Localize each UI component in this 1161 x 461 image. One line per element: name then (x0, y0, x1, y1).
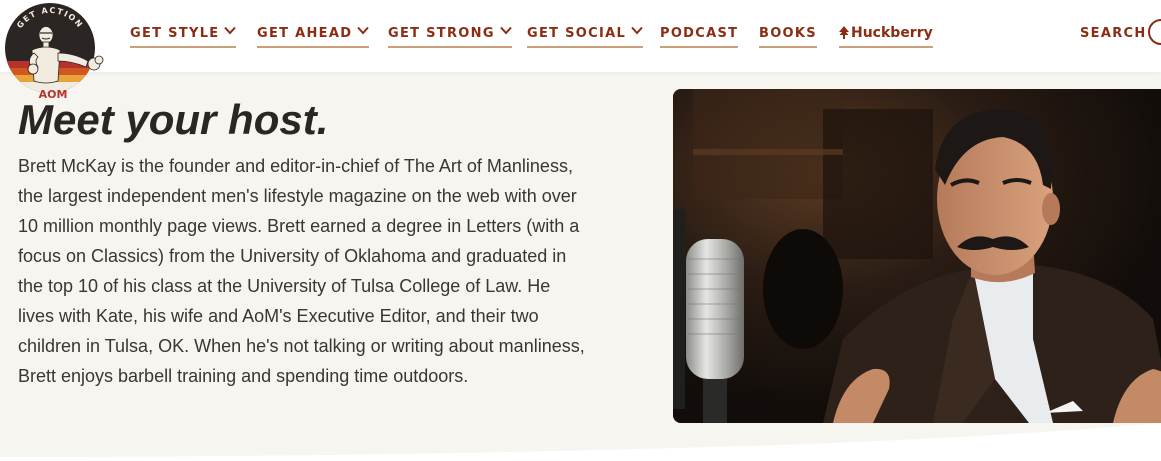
nav-label: GET AHEAD (257, 26, 353, 41)
chevron-down-icon (631, 26, 643, 35)
host-bio: Brett McKay is the founder and editor-in… (18, 156, 585, 386)
nav-item-huckberry[interactable]: Huckberry (839, 24, 933, 48)
nav-item-books[interactable]: BOOKS (759, 24, 817, 48)
search-icon[interactable] (1148, 19, 1161, 45)
nav-label: PODCAST (660, 26, 739, 41)
host-photo (673, 89, 1161, 423)
site-header: GET STYLE GET AHEAD GET STRONG GET SOCIA… (0, 0, 1161, 72)
nav-item-podcast[interactable]: PODCAST (660, 24, 739, 48)
search-link[interactable]: SEARCH (1080, 24, 1147, 43)
section-divider-wave (0, 423, 1161, 461)
nav-item-get-style[interactable]: GET STYLE (130, 24, 237, 48)
chevron-down-icon (357, 26, 370, 35)
chevron-down-icon (224, 26, 237, 35)
nav-item-get-strong[interactable]: GET STRONG (388, 24, 512, 48)
chevron-down-icon (500, 26, 512, 35)
nav-label: GET STYLE (130, 26, 220, 41)
nav-label: Huckberry (851, 25, 933, 41)
page: GET STYLE GET AHEAD GET STRONG GET SOCIA… (0, 0, 1161, 461)
nav-item-get-ahead[interactable]: GET AHEAD (257, 24, 370, 48)
nav-item-get-social[interactable]: GET SOCIAL (527, 24, 644, 48)
tree-icon (839, 26, 849, 39)
nav-label: BOOKS (759, 26, 817, 41)
aom-logo[interactable]: GET ACTION AOM (2, 3, 120, 101)
nav-label: GET STRONG (388, 26, 495, 41)
page-title: Meet your host. (18, 96, 329, 143)
logo-badge-text: AOM (39, 88, 68, 101)
host-photo-illustration (673, 89, 1161, 423)
nav-label: GET SOCIAL (527, 26, 627, 41)
